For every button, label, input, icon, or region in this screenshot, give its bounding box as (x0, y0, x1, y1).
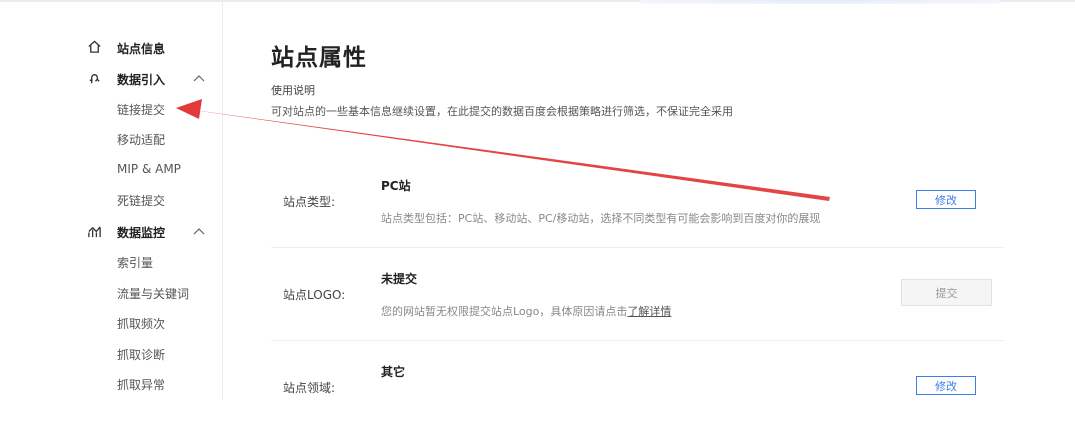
setting-row-site-type: 站点类型: PC站 站点类型包括：PC站、移动站、PC/移动站，选择不同类型有可… (271, 155, 1004, 248)
sidebar-item-site-info-icon-wrap (86, 38, 102, 54)
sidebar-item-dead-link[interactable]: 死链提交 (117, 192, 165, 209)
sidebar-item-data-monitor[interactable]: 数据监控 (117, 224, 165, 241)
row-description: 站点类型包括：PC站、移动站、PC/移动站，选择不同类型有可能会影响到百度对你的… (381, 212, 821, 225)
learn-more-link[interactable]: 了解详情 (627, 305, 671, 318)
sidebar: 站点信息 数据引入 链接提交 移动适配 MIP & AMP 死链提交 数据监控 … (0, 0, 223, 400)
setting-row-site-logo: 站点LOGO: 未提交 您的网站暂无权限提交站点Logo，具体原因请点击了解详情… (271, 248, 1004, 341)
row-label: 站点类型: (283, 195, 336, 209)
row-value: PC站 (381, 179, 411, 193)
chart-icon (86, 223, 102, 239)
chevron-up-icon[interactable] (193, 227, 205, 235)
chevron-up-icon[interactable] (193, 74, 205, 82)
sidebar-item-data-import[interactable]: 数据引入 (117, 71, 165, 88)
import-icon-wrap (86, 69, 102, 85)
submit-button[interactable]: 提交 (901, 279, 992, 306)
sidebar-item-traffic-keywords[interactable]: 流量与关键词 (117, 285, 189, 302)
home-icon (86, 38, 102, 54)
sidebar-item-crawl-errors[interactable]: 抓取异常 (117, 376, 165, 393)
page-title: 站点属性 (271, 45, 367, 71)
modify-button[interactable]: 修改 (916, 376, 976, 395)
sidebar-item-mobile-adapt[interactable]: 移动适配 (117, 131, 165, 148)
sidebar-item-site-info[interactable]: 站点信息 (117, 40, 165, 57)
sidebar-item-crawl-diagnosis[interactable]: 抓取诊断 (117, 346, 165, 363)
row-label: 站点领域: (283, 381, 336, 395)
row-description: 您的网站暂无权限提交站点Logo，具体原因请点击了解详情 (381, 303, 671, 319)
import-icon (86, 69, 102, 85)
sidebar-item-crawl-frequency[interactable]: 抓取频次 (117, 315, 165, 332)
chart-icon-wrap (86, 223, 102, 239)
row-value: 其它 (381, 365, 406, 379)
usage-title: 使用说明 (271, 84, 315, 97)
row-description-text: 您的网站暂无权限提交站点Logo，具体原因请点击 (381, 305, 628, 318)
modify-button[interactable]: 修改 (916, 190, 976, 209)
sidebar-item-link-submit[interactable]: 链接提交 (117, 101, 165, 118)
top-decoration (640, 0, 1000, 4)
setting-row-site-domain: 站点领域: 其它 修改 (271, 341, 1004, 433)
row-value: 未提交 (381, 272, 418, 286)
sidebar-item-mip-amp[interactable]: MIP & AMP (117, 162, 181, 176)
usage-description: 可对站点的一些基本信息继续设置，在此提交的数据百度会根据策略进行筛选，不保证完全… (271, 105, 733, 118)
row-label: 站点LOGO: (283, 288, 346, 302)
sidebar-item-index-volume[interactable]: 索引量 (117, 254, 153, 271)
